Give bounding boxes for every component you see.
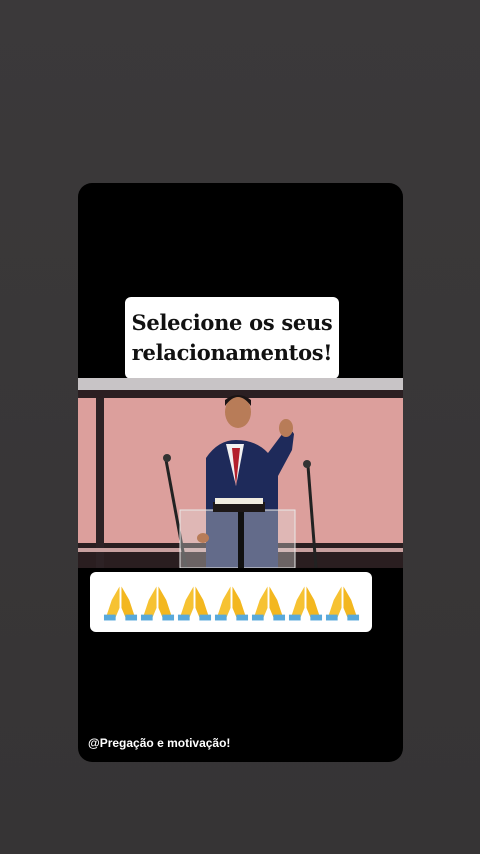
praying-hands-icon <box>140 586 174 621</box>
video-frame[interactable] <box>78 378 403 568</box>
caption-sticker: Selecione os seus relacionamentos! <box>125 297 339 379</box>
story-card[interactable]: Selecione os seus relacionamentos! @Preg… <box>78 183 403 762</box>
caption-text: Selecione os seus relacionamentos! <box>132 308 333 368</box>
praying-hands-icon <box>288 586 322 621</box>
account-handle[interactable]: @Pregação e motivação! <box>88 736 230 750</box>
preacher-video-image <box>78 378 403 568</box>
story-viewer: Selecione os seus relacionamentos! @Preg… <box>0 0 480 854</box>
praying-hands-icon <box>177 586 211 621</box>
caption-line-1: Selecione os seus <box>131 310 333 335</box>
praying-hands-icon <box>251 586 285 621</box>
caption-line-2: relacionamentos! <box>131 340 333 365</box>
praying-hands-icon <box>103 586 137 621</box>
praying-hands-icon <box>214 586 248 621</box>
emoji-sticker <box>90 572 372 632</box>
praying-hands-icon <box>325 586 359 621</box>
